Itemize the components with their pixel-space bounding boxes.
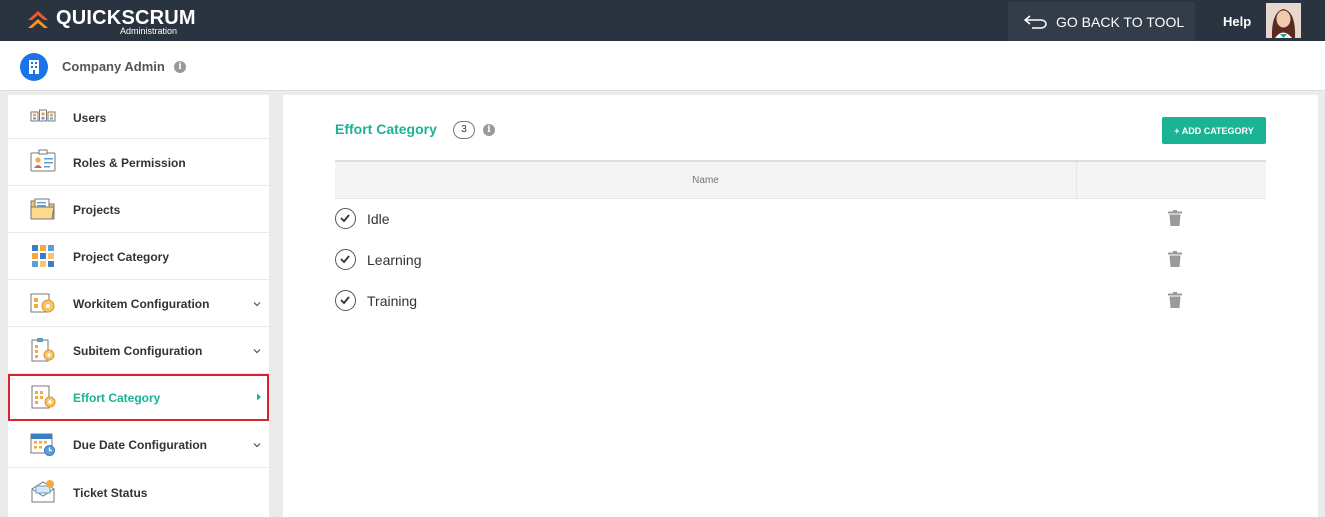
company-admin-label: Company Admin <box>62 59 165 74</box>
logo-chevron-icon <box>28 11 48 28</box>
sidebar-item-effort-category[interactable]: Effort Category <box>8 374 269 421</box>
page-title: Effort Category <box>335 121 437 137</box>
chevron-down-icon <box>253 302 261 307</box>
sidebar-item-label: Due Date Configuration <box>73 438 207 452</box>
project-category-grid-icon <box>32 245 54 267</box>
users-icon <box>30 109 56 122</box>
workitem-configuration-icon <box>30 293 55 313</box>
ticket-status-envelope-icon <box>31 480 55 503</box>
help-link[interactable]: Help <box>1223 14 1251 29</box>
check-circle-icon[interactable] <box>335 208 356 229</box>
sidebar-item-users[interactable]: Users <box>8 95 269 139</box>
top-navigation-bar: QUICKSCRUM Administration GO BACK TO TOO… <box>0 0 1325 41</box>
category-name: Learning <box>367 252 422 268</box>
table-header: Name <box>335 160 1266 199</box>
back-arrow-icon <box>1024 14 1047 29</box>
sidebar-item-project-category[interactable]: Project Category <box>8 233 269 280</box>
table-row[interactable]: Training <box>335 280 1266 321</box>
sidebar: Users Roles & Permission Projects Projec… <box>8 95 269 517</box>
due-date-calendar-icon <box>30 433 55 456</box>
roles-permission-icon <box>30 149 56 172</box>
check-circle-icon[interactable] <box>335 249 356 270</box>
check-circle-icon[interactable] <box>335 290 356 311</box>
sidebar-item-label: Project Category <box>73 250 170 264</box>
sidebar-item-due-date-configuration[interactable]: Due Date Configuration <box>8 421 269 468</box>
go-back-to-tool-button[interactable]: GO BACK TO TOOL <box>1008 2 1195 41</box>
company-building-icon <box>20 53 48 81</box>
go-back-label: GO BACK TO TOOL <box>1056 13 1185 30</box>
sidebar-item-projects[interactable]: Projects <box>8 186 269 233</box>
category-count-badge: 3 <box>453 121 475 139</box>
company-info-icon[interactable]: i <box>174 61 186 73</box>
caret-right-icon <box>257 393 261 401</box>
sidebar-item-roles-permission[interactable]: Roles & Permission <box>8 139 269 186</box>
effort-category-info-icon[interactable]: i <box>483 124 495 136</box>
sidebar-item-workitem-configuration[interactable]: Workitem Configuration <box>8 280 269 327</box>
category-name: Idle <box>367 211 390 227</box>
main-content: Effort Category 3 i + ADD CATEGORY Name … <box>283 95 1318 517</box>
sidebar-item-label: Subitem Configuration <box>73 344 203 358</box>
sidebar-item-label: Roles & Permission <box>73 156 186 170</box>
projects-folder-icon <box>30 198 55 220</box>
chevron-down-icon <box>253 349 261 354</box>
avatar-image <box>1266 3 1301 38</box>
category-name: Training <box>367 293 418 309</box>
sidebar-item-label: Projects <box>73 203 121 217</box>
logo-subtitle: Administration <box>120 26 178 36</box>
sidebar-item-label: Ticket Status <box>73 486 148 500</box>
subitem-configuration-icon <box>31 338 55 362</box>
sidebar-item-subitem-configuration[interactable]: Subitem Configuration <box>8 327 269 374</box>
table-row[interactable]: Idle <box>335 198 1266 239</box>
column-header-name[interactable]: Name <box>335 162 1077 199</box>
sidebar-item-label: Effort Category <box>73 391 161 405</box>
trash-icon[interactable] <box>1168 251 1182 267</box>
chevron-down-icon <box>253 443 261 448</box>
table-row[interactable]: Learning <box>335 239 1266 280</box>
sidebar-item-ticket-status[interactable]: Ticket Status <box>8 468 269 517</box>
company-bar: Company Admin i <box>0 41 1325 91</box>
sidebar-item-label: Workitem Configuration <box>73 297 210 311</box>
trash-icon[interactable] <box>1168 292 1182 308</box>
user-avatar[interactable] <box>1266 3 1301 38</box>
effort-category-icon <box>31 385 56 409</box>
trash-icon[interactable] <box>1168 210 1182 226</box>
sidebar-item-label: Users <box>73 111 107 125</box>
add-category-button[interactable]: + ADD CATEGORY <box>1162 117 1266 144</box>
